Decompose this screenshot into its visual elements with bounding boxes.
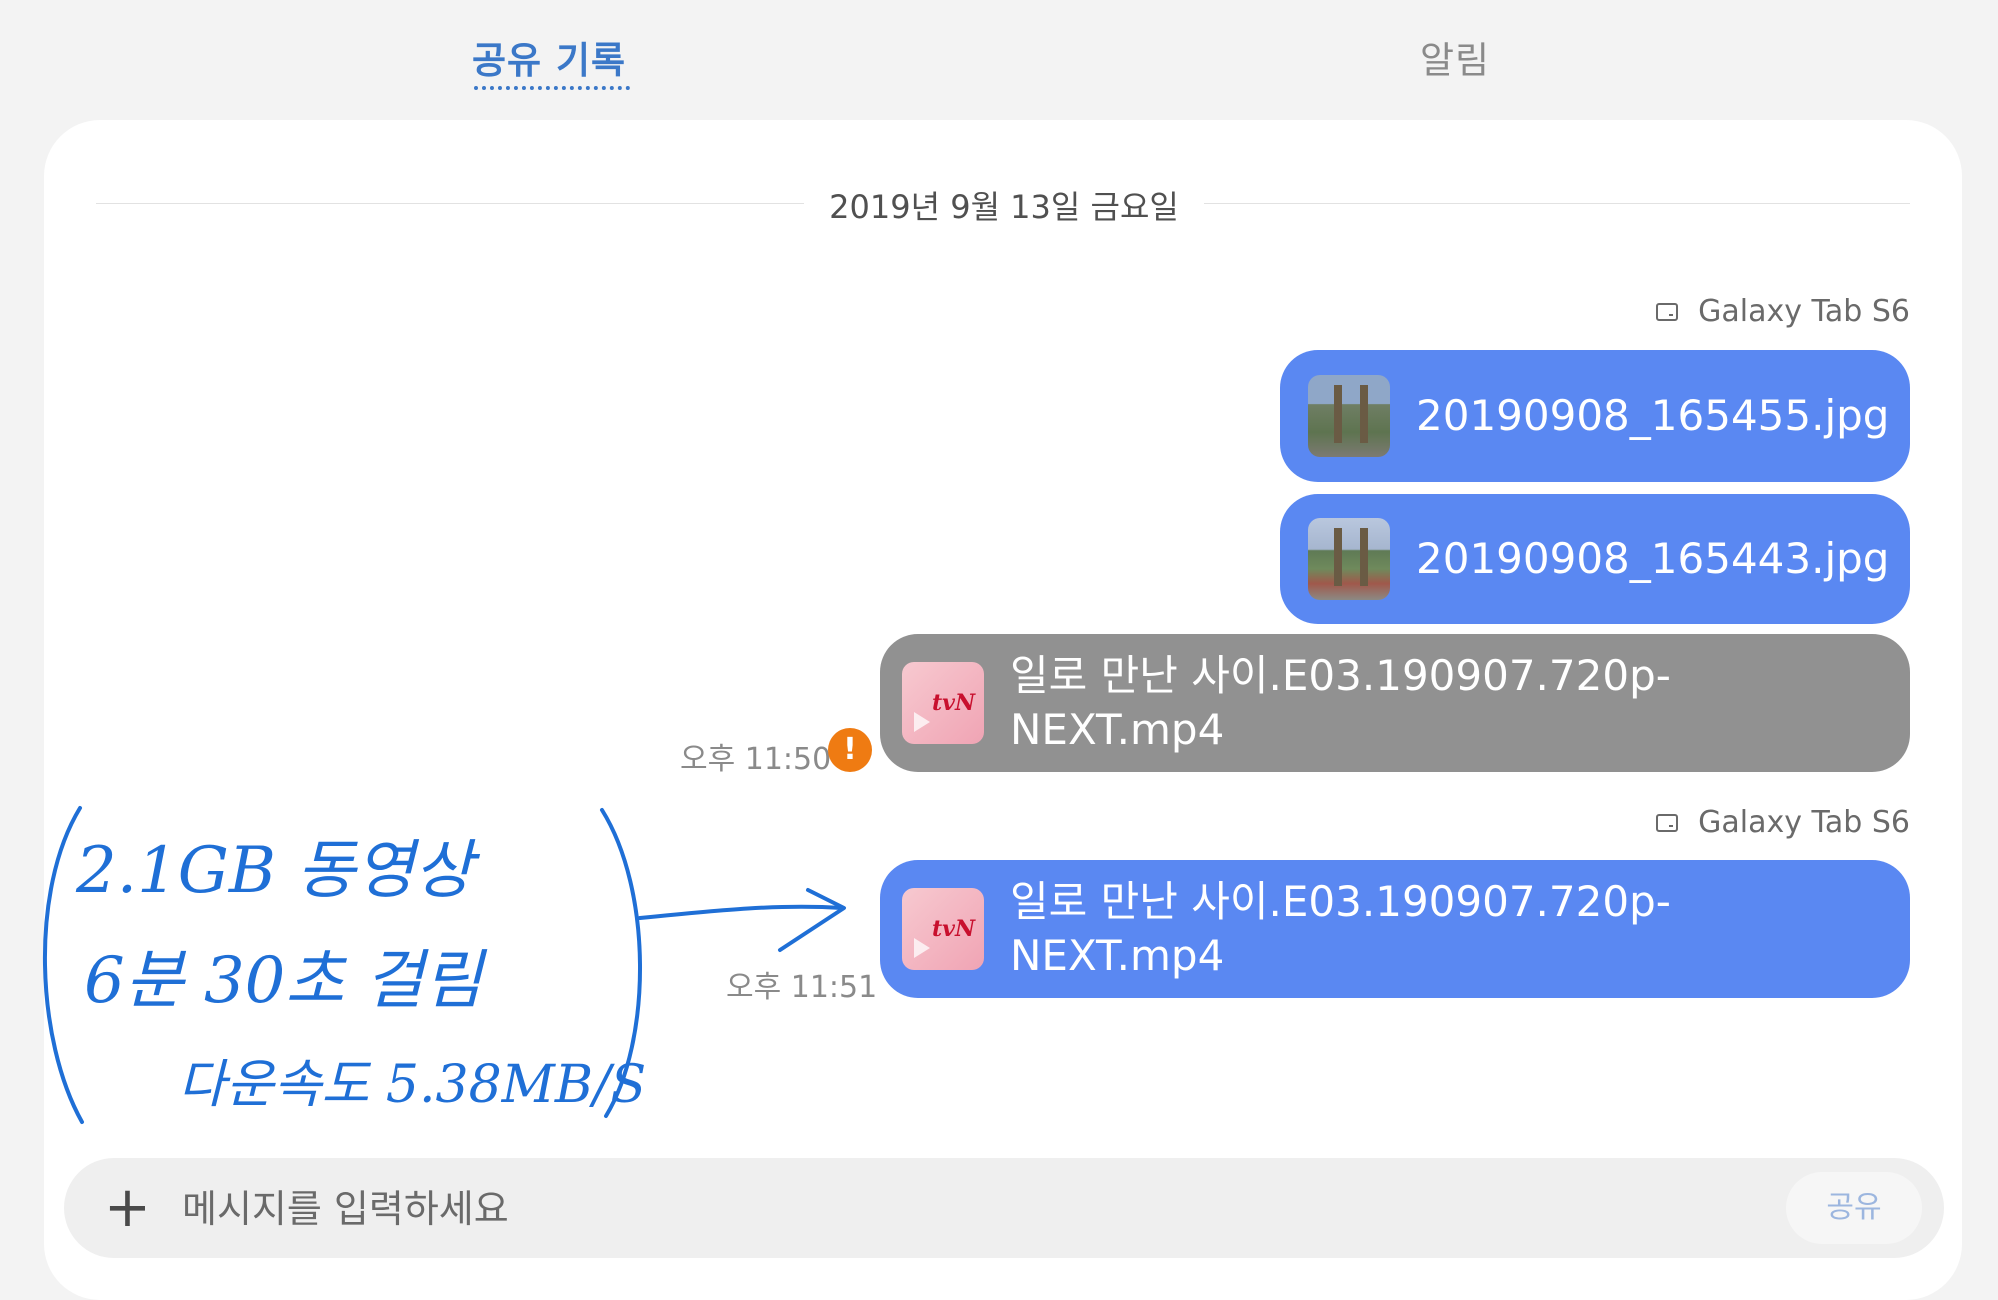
error-icon[interactable]: ! <box>828 728 872 772</box>
file-name: 20190908_165443.jpg <box>1416 534 1890 583</box>
video-thumbnail: tvN <box>902 662 984 744</box>
tablet-icon <box>1656 302 1679 321</box>
arrow-head-icon <box>778 888 846 952</box>
annotation-line-3: 다운속도 5.38MB/S <box>178 1055 646 1115</box>
file-message-failed[interactable]: tvN 일로 만난 사이.E03.190907.720p- NEXT.mp4 <box>880 634 1910 772</box>
file-name: 20190908_165455.jpg <box>1416 391 1890 440</box>
active-tab-indicator <box>474 86 630 90</box>
sender-name: Galaxy Tab S6 <box>1698 805 1910 840</box>
tvn-logo: tvN <box>932 690 976 716</box>
annotation-line-1: 2.1GB 동영상 <box>75 834 481 908</box>
share-button[interactable]: 공유 <box>1786 1172 1922 1244</box>
tab-bar: 공유 기록 알림 <box>0 0 1998 110</box>
file-message[interactable]: 20190908_165455.jpg <box>1280 350 1910 482</box>
tablet-icon <box>1656 813 1679 832</box>
tab-share-history[interactable]: 공유 기록 <box>472 30 626 84</box>
handwritten-annotation: 2.1GB 동영상 6분 30초 걸림 다운속도 5.38MB/S <box>42 806 846 1124</box>
plus-icon[interactable]: + <box>104 1180 151 1236</box>
sender-label: Galaxy Tab S6 <box>1656 294 1910 329</box>
message-input[interactable] <box>180 1176 1684 1242</box>
tvn-logo: tvN <box>932 916 976 942</box>
arrow-line <box>638 904 844 920</box>
message-time: 오후 11:50 <box>680 742 832 777</box>
file-message[interactable]: 20190908_165443.jpg <box>1280 494 1910 624</box>
date-header: 2019년 9월 13일 금요일 <box>829 188 1179 226</box>
play-icon <box>914 712 930 732</box>
file-message[interactable]: tvN 일로 만난 사이.E03.190907.720p- NEXT.mp4 <box>880 860 1910 998</box>
annotation-line-2: 6분 30초 걸림 <box>84 944 487 1018</box>
video-thumbnail: tvN <box>902 888 984 970</box>
tab-notifications[interactable]: 알림 <box>1420 30 1490 84</box>
image-thumbnail <box>1308 375 1390 457</box>
sender-label: Galaxy Tab S6 <box>1656 805 1910 840</box>
file-name: 일로 만난 사이.E03.190907.720p- NEXT.mp4 <box>1010 651 1671 754</box>
play-icon <box>914 938 930 958</box>
image-thumbnail <box>1308 518 1390 600</box>
divider <box>1204 203 1910 204</box>
divider <box>96 203 804 204</box>
file-name: 일로 만난 사이.E03.190907.720p- NEXT.mp4 <box>1010 877 1671 980</box>
sender-name: Galaxy Tab S6 <box>1698 294 1910 329</box>
